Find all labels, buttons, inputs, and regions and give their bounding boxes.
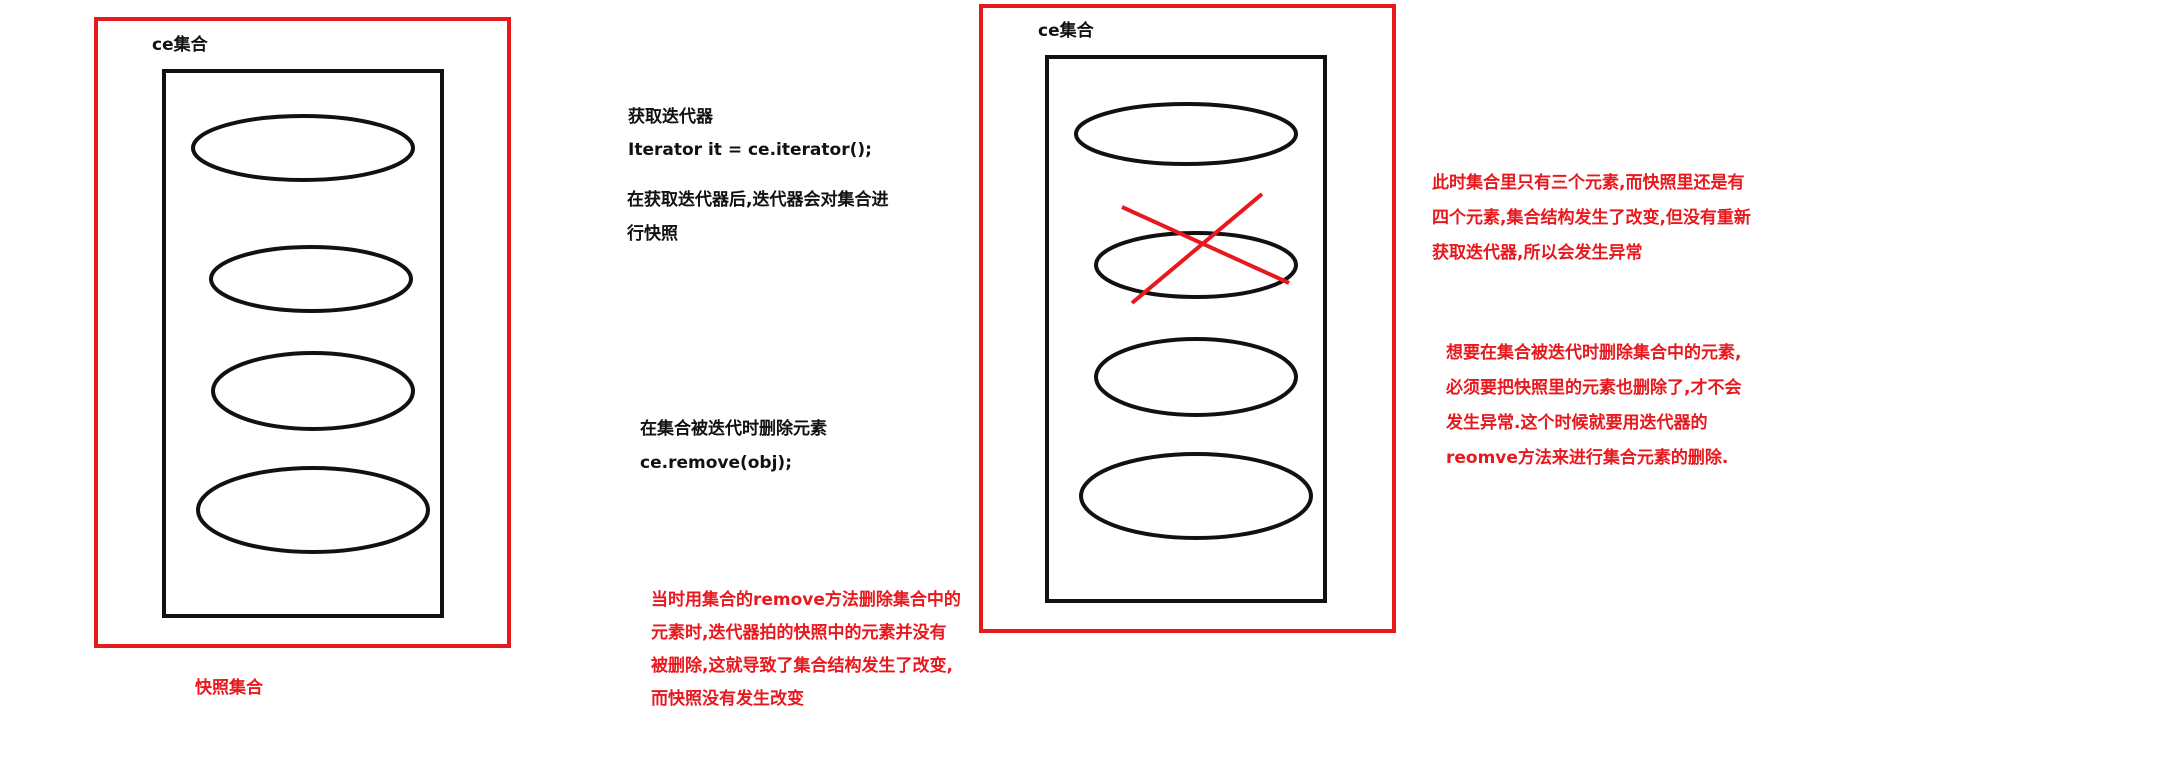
snapshot-note: 在获取迭代器后,迭代器会对集合进 行快照	[627, 183, 888, 251]
red-explanation-3: 想要在集合被迭代时删除集合中的元素, 必须要把快照里的元素也删除了,才不会 发生…	[1446, 336, 1741, 476]
explanation-line: 被删除,这就导致了集合结构发生了改变,	[651, 656, 953, 676]
remove-note-code: ce.remove(obj);	[640, 453, 792, 473]
get-iterator-heading: 获取迭代器	[628, 107, 713, 127]
explanation-line: 发生异常.这个时候就要用迭代器的	[1446, 413, 1708, 433]
explanation-line: 想要在集合被迭代时删除集合中的元素,	[1446, 343, 1742, 363]
remove-during-iteration-note: 在集合被迭代时删除元素 ce.remove(obj);	[640, 412, 827, 480]
explanation-line: 当时用集合的remove方法删除集合中的	[651, 590, 961, 610]
explanation-line: 四个元素,集合结构发生了改变,但没有重新	[1432, 208, 1751, 228]
right-collection-title: ce集合	[1038, 21, 1094, 41]
explanation-line: 此时集合里只有三个元素,而快照里还是有	[1432, 173, 1745, 193]
explanation-line: reomve方法来进行集合元素的删除.	[1446, 448, 1729, 468]
right-element-1	[1074, 102, 1298, 166]
right-element-3	[1094, 337, 1298, 417]
red-explanation-1: 当时用集合的remove方法删除集合中的 元素时,迭代器拍的快照中的元素并没有 …	[651, 584, 961, 716]
snapshot-collection-caption: 快照集合	[195, 678, 263, 698]
red-explanation-2: 此时集合里只有三个元素,而快照里还是有 四个元素,集合结构发生了改变,但没有重新…	[1432, 166, 1751, 271]
left-element-3	[211, 351, 415, 431]
right-inner-box	[1045, 55, 1327, 603]
explanation-line: 而快照没有发生改变	[651, 689, 804, 709]
explanation-line: 必须要把快照里的元素也删除了,才不会	[1446, 378, 1742, 398]
explanation-line: 获取迭代器,所以会发生异常	[1432, 243, 1643, 263]
left-collection-title: ce集合	[152, 35, 208, 55]
left-inner-box	[162, 69, 444, 618]
snapshot-note-line: 行快照	[627, 224, 678, 244]
left-element-4	[196, 466, 430, 554]
snapshot-note-line: 在获取迭代器后,迭代器会对集合进	[627, 190, 889, 210]
remove-note-heading: 在集合被迭代时删除元素	[640, 419, 827, 439]
left-element-2	[209, 245, 413, 313]
explanation-line: 元素时,迭代器拍的快照中的元素并没有	[651, 623, 947, 643]
right-element-4	[1079, 452, 1313, 540]
get-iterator-code: Iterator it = ce.iterator();	[628, 140, 872, 160]
left-element-1	[191, 114, 415, 182]
diagram-canvas	[94, 4, 1396, 648]
get-iterator-note: 获取迭代器 Iterator it = ce.iterator();	[628, 101, 872, 167]
